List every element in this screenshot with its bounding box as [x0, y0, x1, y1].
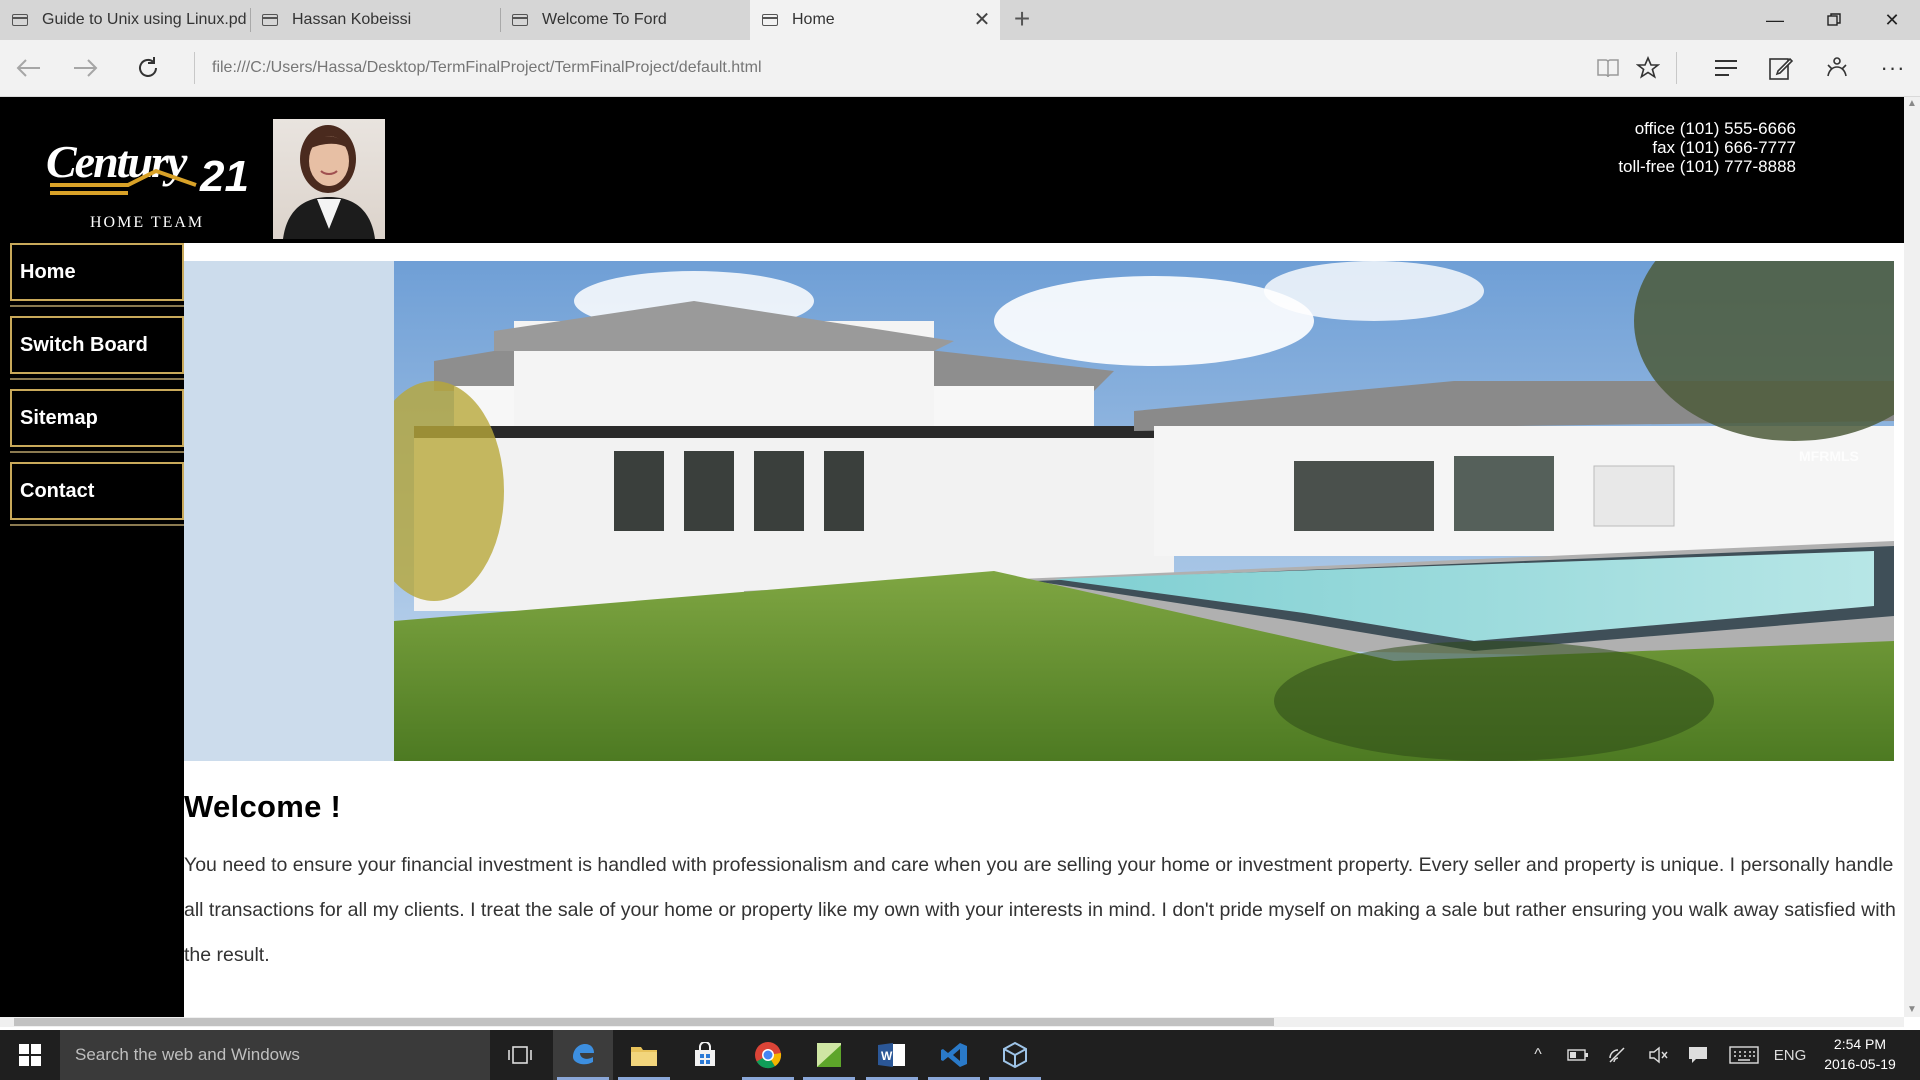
- tab-guide-unix[interactable]: Guide to Unix using Linux.pdf: [0, 0, 250, 40]
- minimize-button[interactable]: —: [1746, 0, 1804, 40]
- nav-switch-board-link[interactable]: Switch Board: [10, 316, 184, 380]
- more-icon[interactable]: ···: [1873, 48, 1913, 88]
- hero-side-panel: [184, 261, 394, 761]
- new-tab-button[interactable]: +: [1008, 5, 1036, 34]
- fax-number: fax (101) 666-7777: [1652, 138, 1796, 157]
- svg-text:HOME TEAM: HOME TEAM: [90, 214, 204, 231]
- input-language[interactable]: ENG: [1768, 1030, 1812, 1080]
- svg-text:W: W: [881, 1049, 893, 1063]
- clock-time: 2:54 PM: [1833, 1036, 1887, 1052]
- chrome-icon[interactable]: [738, 1030, 798, 1080]
- side-navigation: Home Switch Board Sitemap Contact: [10, 243, 184, 1017]
- site-header: Century 21 HOME TEAM office (101) 555-66…: [0, 97, 1904, 243]
- nav-home-link[interactable]: Home: [10, 243, 184, 307]
- action-center-icon[interactable]: [1680, 1030, 1716, 1080]
- agent-photo: [273, 119, 385, 239]
- tab-title: Guide to Unix using Linux.pdf: [42, 11, 247, 28]
- tab-page-icon: [762, 14, 778, 26]
- image-viewer-icon[interactable]: [799, 1030, 859, 1080]
- clock-date: 2016-05-19: [1824, 1056, 1896, 1072]
- contact-info: office (101) 555-6666 fax (101) 666-7777…: [1618, 119, 1796, 176]
- tab-home[interactable]: Home ✕: [750, 0, 1000, 40]
- vertical-scrollbar[interactable]: ▲ ▼: [1904, 97, 1920, 1017]
- refresh-icon[interactable]: [128, 48, 168, 88]
- nav-contact-link[interactable]: Contact: [10, 462, 184, 526]
- hero-house-image: MFRMLS: [394, 261, 1894, 761]
- star-icon[interactable]: [1628, 48, 1668, 88]
- show-hidden-icons-icon[interactable]: ^: [1522, 1030, 1554, 1080]
- restore-button[interactable]: [1805, 0, 1863, 40]
- taskbar: Search the web and Windows W ^ ENG 2:54 …: [0, 1030, 1920, 1080]
- edge-app-icon[interactable]: [553, 1030, 613, 1080]
- word-icon[interactable]: W: [862, 1030, 922, 1080]
- welcome-heading: Welcome !: [184, 789, 342, 824]
- tab-page-icon: [262, 14, 278, 26]
- share-icon[interactable]: [1817, 48, 1857, 88]
- intro-paragraph: You need to ensure your financial invest…: [184, 854, 1896, 966]
- visual-studio-icon[interactable]: [924, 1030, 984, 1080]
- web-note-icon[interactable]: [1761, 48, 1801, 88]
- back-arrow-icon[interactable]: [8, 48, 48, 88]
- scrollbar-thumb[interactable]: [14, 1018, 1274, 1026]
- virtualbox-icon[interactable]: [985, 1030, 1045, 1080]
- task-view-icon[interactable]: [490, 1030, 550, 1080]
- main-content: MFRMLS Welcome ! You need to ensure your…: [184, 243, 1904, 1017]
- volume-muted-icon[interactable]: [1640, 1030, 1676, 1080]
- forward-arrow-icon[interactable]: [66, 48, 106, 88]
- system-clock[interactable]: 2:54 PM 2016-05-19: [1810, 1034, 1910, 1074]
- close-window-button[interactable]: ✕: [1863, 0, 1920, 40]
- office-phone: office (101) 555-6666: [1634, 119, 1796, 138]
- tab-title: Welcome To Ford: [542, 11, 667, 28]
- scroll-down-icon[interactable]: ▼: [1904, 1003, 1920, 1017]
- touch-keyboard-icon[interactable]: [1724, 1030, 1764, 1080]
- browser-toolbar: file:///C:/Users/Hassa/Desktop/TermFinal…: [0, 40, 1920, 97]
- century21-logo[interactable]: Century 21 HOME TEAM: [28, 119, 258, 239]
- horizontal-scrollbar[interactable]: [0, 1017, 1904, 1027]
- watermark: MFRMLS: [1799, 448, 1859, 464]
- tab-title: Home: [792, 11, 835, 28]
- close-tab-icon[interactable]: ✕: [972, 10, 992, 30]
- nav-sitemap-link[interactable]: Sitemap: [10, 389, 184, 453]
- hub-icon[interactable]: [1706, 48, 1746, 88]
- wifi-icon[interactable]: [1600, 1030, 1636, 1080]
- scroll-up-icon[interactable]: ▲: [1904, 97, 1920, 111]
- tab-page-icon: [512, 14, 528, 26]
- battery-icon[interactable]: [1560, 1030, 1596, 1080]
- tab-title: Hassan Kobeissi: [292, 11, 412, 28]
- address-bar[interactable]: file:///C:/Users/Hassa/Desktop/TermFinal…: [212, 54, 1552, 82]
- tollfree-phone: toll-free (101) 777-8888: [1618, 157, 1796, 176]
- svg-text:21: 21: [199, 152, 249, 201]
- svg-text:Century: Century: [46, 136, 188, 187]
- tab-welcome-ford[interactable]: Welcome To Ford: [500, 0, 750, 40]
- store-icon[interactable]: [675, 1030, 735, 1080]
- windows-start-icon[interactable]: [0, 1030, 60, 1080]
- reading-view-icon[interactable]: [1588, 48, 1628, 88]
- tab-page-icon: [12, 14, 28, 26]
- file-explorer-icon[interactable]: [614, 1030, 674, 1080]
- web-page: Century 21 HOME TEAM office (101) 555-66…: [0, 97, 1904, 1017]
- tab-hassan-kobeissi[interactable]: Hassan Kobeissi: [250, 0, 500, 40]
- taskbar-search[interactable]: Search the web and Windows: [60, 1030, 490, 1080]
- tab-bar: Guide to Unix using Linux.pdf Hassan Kob…: [0, 0, 1920, 40]
